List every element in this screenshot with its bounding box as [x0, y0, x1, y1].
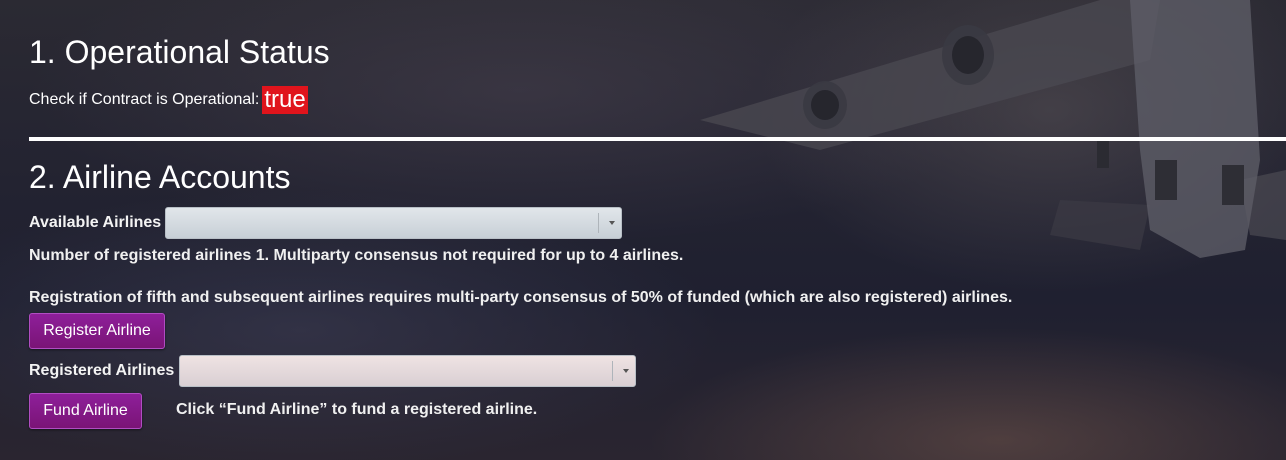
section-divider — [29, 137, 1286, 141]
available-airlines-row: Available Airlines — [29, 207, 623, 239]
operational-status-title: 1. Operational Status — [29, 34, 330, 70]
consensus-info: Registration of fifth and subsequent air… — [29, 289, 1013, 306]
chevron-down-icon — [623, 369, 630, 373]
registered-airlines-row: Registered Airlines — [29, 355, 637, 387]
registered-count-info: Number of registered airlines 1. Multipa… — [29, 247, 684, 264]
available-airlines-label: Available Airlines — [29, 214, 162, 231]
fund-airline-hint: Click “Fund Airline” to fund a registere… — [176, 401, 538, 418]
available-airlines-select[interactable] — [165, 207, 623, 239]
operational-status-row: Check if Contract is Operational: true — [29, 86, 308, 114]
select-arrow-box[interactable] — [598, 213, 616, 233]
registered-airlines-label: Registered Airlines — [29, 362, 175, 379]
chevron-down-icon — [609, 221, 616, 225]
operational-status-value: true — [262, 86, 308, 114]
operational-status-label: Check if Contract is Operational: — [29, 91, 260, 108]
registered-airlines-select[interactable] — [179, 355, 637, 387]
fund-airline-button[interactable]: Fund Airline — [29, 393, 142, 429]
airline-accounts-title: 2. Airline Accounts — [29, 159, 291, 195]
register-airline-button[interactable]: Register Airline — [29, 313, 165, 349]
select-arrow-box[interactable] — [612, 361, 630, 381]
